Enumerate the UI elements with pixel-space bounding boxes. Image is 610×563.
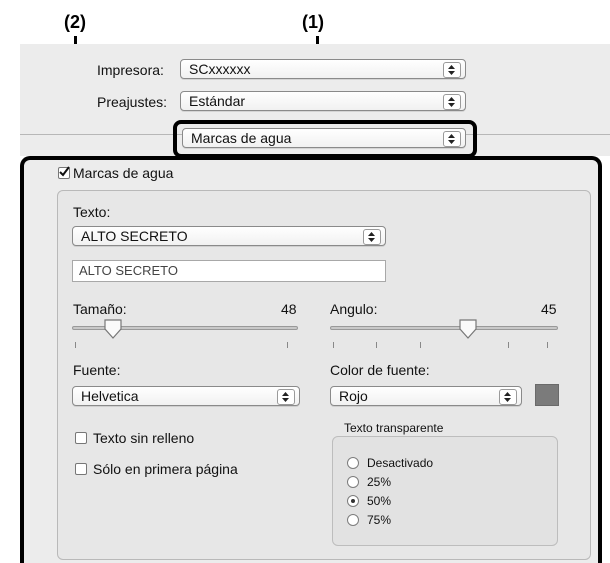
- updown-arrows-icon: [443, 94, 461, 110]
- updown-arrows-icon: [443, 62, 461, 78]
- callout-one: (1): [302, 12, 324, 32]
- transparency-option-off: Desactivado: [367, 456, 434, 470]
- updown-arrows-icon: [363, 229, 381, 245]
- watermark-enable-checkbox[interactable]: [58, 166, 70, 179]
- slider-tick: [420, 342, 421, 348]
- text-popup-value: ALTO SECRETO: [81, 228, 188, 244]
- font-color-popup[interactable]: Rojo: [330, 386, 522, 406]
- angle-value: 45: [541, 301, 557, 317]
- callout-two: (2): [64, 12, 86, 32]
- transparency-option-50: 50%: [367, 494, 392, 508]
- size-value: 48: [281, 301, 297, 317]
- presets-popup[interactable]: Estándar: [180, 91, 466, 111]
- angle-label: Angulo:: [330, 301, 378, 317]
- font-color-swatch[interactable]: [535, 384, 559, 406]
- printer-popup-value: SCxxxxxx: [189, 61, 251, 77]
- section-popup[interactable]: Marcas de agua: [182, 128, 466, 148]
- angle-slider-track[interactable]: [330, 326, 558, 330]
- transparency-group: [332, 436, 558, 546]
- transparency-option-25: 25%: [367, 475, 392, 489]
- font-popup[interactable]: Helvetica: [72, 386, 300, 406]
- first-page-checkbox[interactable]: [75, 463, 87, 475]
- slider-tick: [508, 342, 509, 348]
- check-icon: [59, 166, 70, 177]
- first-page-label: Sólo en primera página: [93, 461, 238, 477]
- slider-tick: [547, 342, 548, 348]
- transparency-radio-off[interactable]: [347, 457, 359, 469]
- transparency-radio-50[interactable]: [347, 495, 359, 507]
- slider-tick: [287, 342, 288, 348]
- font-color-popup-value: Rojo: [339, 388, 368, 404]
- section-popup-value: Marcas de agua: [191, 130, 292, 146]
- printer-label: Impresora:: [97, 62, 164, 78]
- slider-tick: [376, 342, 377, 348]
- size-label: Tamaño:: [73, 301, 127, 317]
- transparency-radio-25[interactable]: [347, 476, 359, 488]
- font-color-label: Color de fuente:: [330, 362, 430, 378]
- watermark-enable-label: Marcas de agua: [73, 165, 174, 181]
- font-popup-value: Helvetica: [81, 388, 139, 404]
- presets-popup-value: Estándar: [189, 93, 246, 109]
- watermark-text-field[interactable]: ALTO SECRETO: [72, 260, 386, 282]
- transparency-option-75: 75%: [367, 513, 392, 527]
- presets-label: Preajustes:: [97, 94, 168, 110]
- printer-popup[interactable]: SCxxxxxx: [180, 59, 466, 79]
- no-fill-checkbox[interactable]: [75, 432, 87, 444]
- text-popup[interactable]: ALTO SECRETO: [72, 226, 386, 246]
- transparency-radio-75[interactable]: [347, 514, 359, 526]
- updown-arrows-icon: [499, 389, 517, 405]
- slider-tick: [75, 342, 76, 348]
- text-label: Texto:: [73, 204, 111, 220]
- updown-arrows-icon: [277, 389, 295, 405]
- transparency-title: Texto transparente: [341, 421, 447, 435]
- slider-tick: [333, 342, 334, 348]
- updown-arrows-icon: [443, 131, 461, 147]
- angle-slider-thumb[interactable]: [458, 318, 478, 340]
- font-label: Fuente:: [73, 362, 121, 378]
- size-slider-thumb[interactable]: [103, 318, 123, 340]
- no-fill-label: Texto sin relleno: [93, 430, 195, 446]
